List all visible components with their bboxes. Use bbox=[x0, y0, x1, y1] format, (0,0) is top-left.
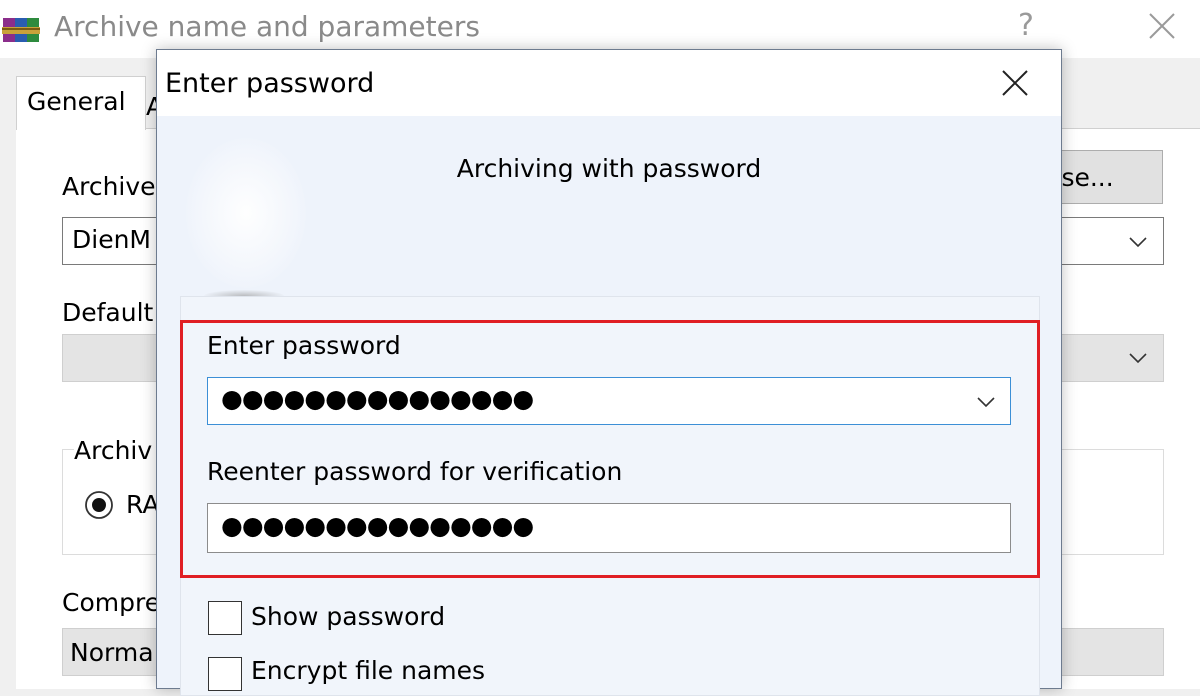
tab-general[interactable]: General bbox=[16, 76, 146, 130]
archive-name-label: Archive bbox=[62, 172, 156, 201]
close-icon[interactable] bbox=[1146, 10, 1178, 42]
default-profile-label: Default bbox=[62, 298, 154, 327]
compression-value: Norma bbox=[70, 638, 154, 667]
chevron-down-icon[interactable] bbox=[1128, 352, 1148, 364]
dialog-title: Enter password bbox=[165, 68, 375, 99]
help-button[interactable]: ? bbox=[1018, 8, 1034, 43]
format-radio-label: RA bbox=[126, 490, 160, 519]
encrypt-file-names-checkbox[interactable] bbox=[208, 657, 242, 691]
archive-name-value: DienM bbox=[72, 225, 151, 254]
winrar-icon bbox=[2, 18, 40, 42]
show-password-checkbox[interactable] bbox=[208, 601, 242, 635]
archive-window-title: Archive name and parameters bbox=[54, 10, 480, 43]
chevron-down-icon[interactable] bbox=[1128, 236, 1148, 248]
show-password-label: Show password bbox=[251, 602, 446, 631]
radio-selected-icon[interactable] bbox=[84, 490, 114, 520]
archive-format-label: Archiv bbox=[74, 436, 157, 465]
close-icon[interactable] bbox=[999, 67, 1031, 99]
highlight-annotation bbox=[180, 320, 1040, 578]
encrypt-file-names-label: Encrypt file names bbox=[251, 656, 486, 685]
compression-label: Compre bbox=[62, 588, 161, 617]
dialog-heading: Archiving with password bbox=[456, 154, 762, 183]
